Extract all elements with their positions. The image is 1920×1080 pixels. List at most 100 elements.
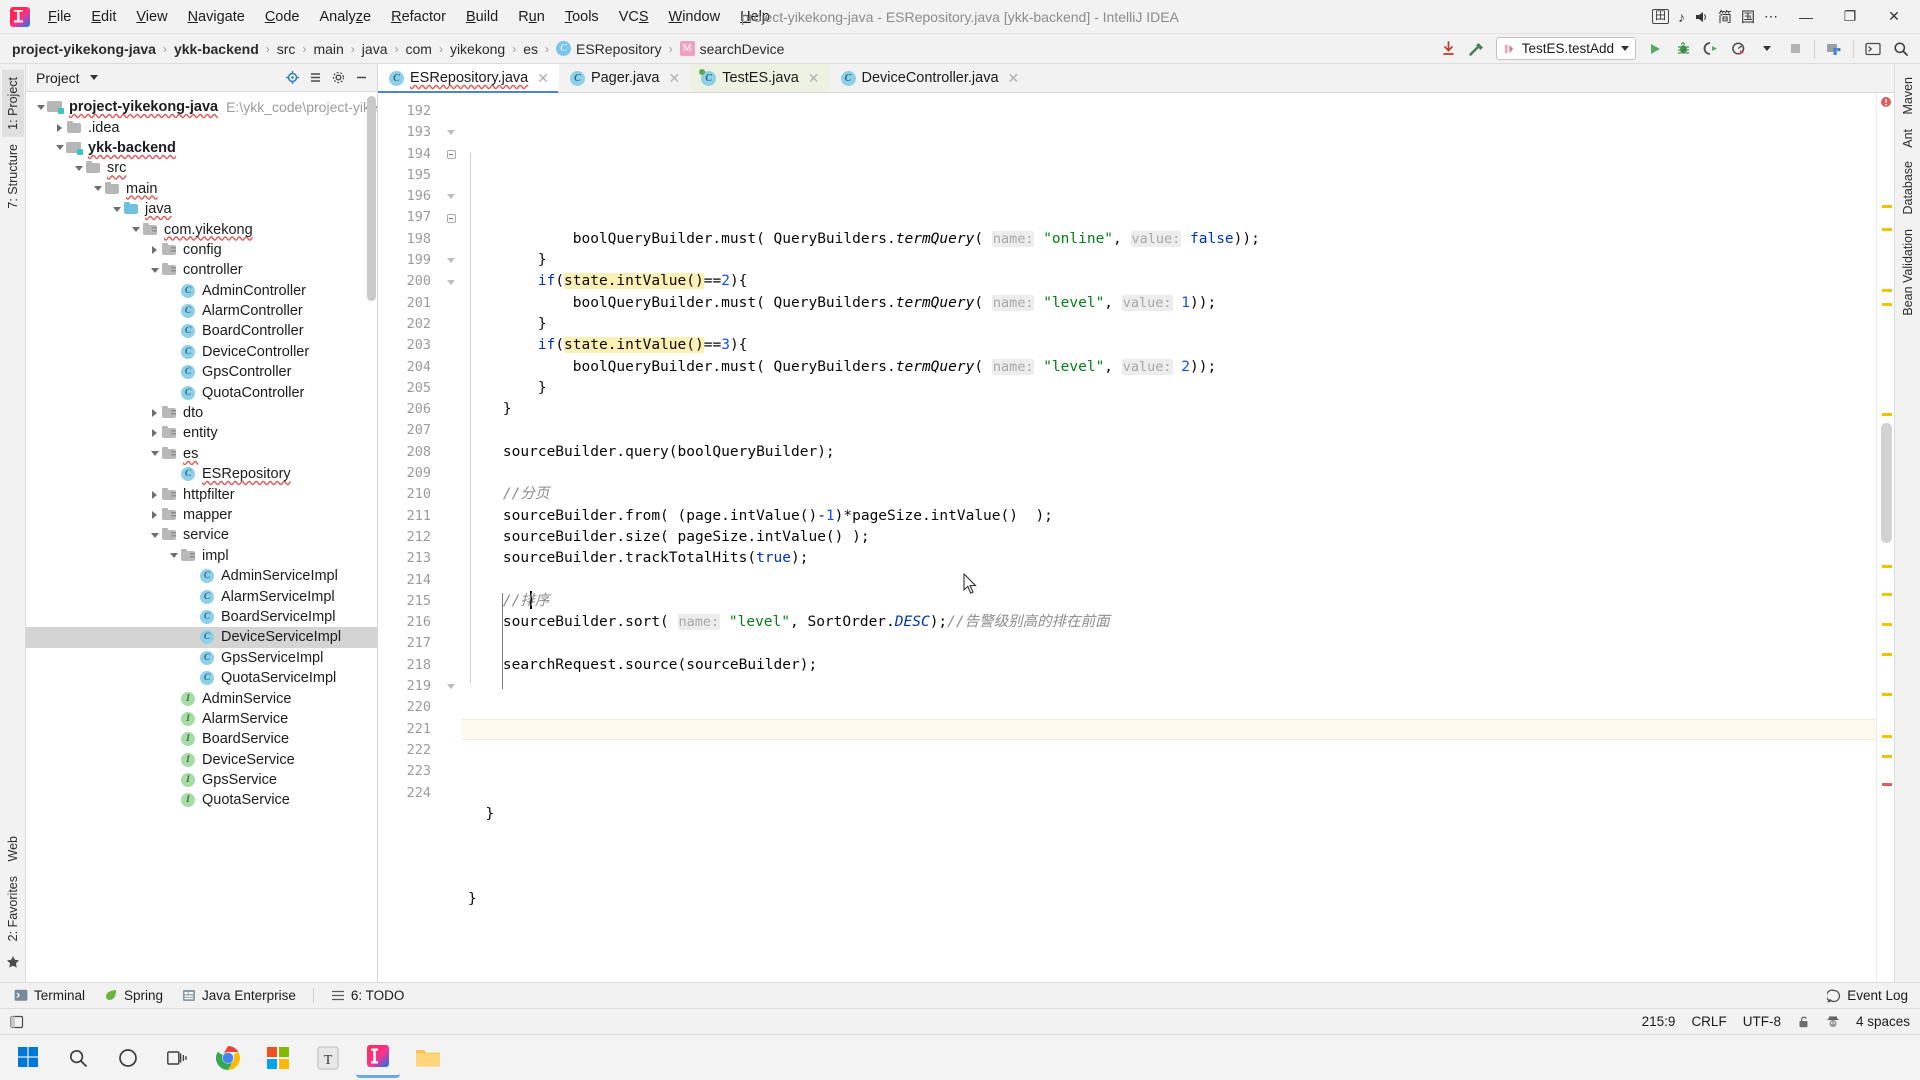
breadcrumb-item-esrepository[interactable]: C ESRepository: [552, 39, 666, 59]
tool-window-tab-maven[interactable]: Maven: [1897, 70, 1919, 122]
fold-marker[interactable]: [440, 250, 462, 271]
chevron-right-icon[interactable]: [148, 409, 161, 418]
fold-marker[interactable]: [440, 144, 462, 165]
tool-window-tab-7--structure[interactable]: 7: Structure: [2, 137, 24, 216]
code-line[interactable]: sourceBuilder.from( (page.intValue()-1)*…: [462, 506, 1876, 527]
menu-view[interactable]: View: [126, 5, 177, 29]
tree-node-entity[interactable]: entity: [26, 423, 377, 443]
music-icon[interactable]: ♪: [1678, 9, 1685, 25]
line-number[interactable]: 205: [378, 378, 440, 399]
tree-node-ykk-backend[interactable]: ykk-backend: [26, 138, 377, 158]
line-number[interactable]: 199: [378, 250, 440, 271]
breadcrumb-item-searchdevice[interactable]: MsearchDevice: [676, 39, 789, 59]
volume-icon[interactable]: [1694, 10, 1709, 24]
error-stripe-marker[interactable]: [1882, 565, 1892, 568]
code-line[interactable]: }: [462, 250, 1876, 271]
tree-node-alarmservice[interactable]: AlarmService: [26, 709, 377, 729]
error-stripe-marker[interactable]: [1882, 303, 1892, 306]
menu-navigate[interactable]: Navigate: [178, 5, 255, 29]
breadcrumb-item-src[interactable]: src: [273, 39, 300, 59]
tool-window-tab-2--favorites[interactable]: 2: Favorites: [2, 869, 24, 948]
error-stripe-marker[interactable]: [1882, 755, 1892, 758]
ime-mode-icon[interactable]: 简: [1718, 7, 1732, 27]
menu-edit[interactable]: Edit: [81, 5, 126, 29]
code-line[interactable]: //分页: [462, 484, 1876, 505]
chevron-down-icon[interactable]: [1621, 46, 1629, 51]
tree-node-mapper[interactable]: mapper: [26, 505, 377, 525]
code-line[interactable]: //排序: [462, 591, 1876, 612]
error-stripe-marker[interactable]: [1882, 593, 1892, 596]
line-number[interactable]: 208: [378, 442, 440, 463]
tree-node-deviceserviceimpl[interactable]: DeviceServiceImpl: [26, 627, 377, 648]
line-number[interactable]: 220: [378, 697, 440, 718]
code-line[interactable]: [462, 761, 1876, 782]
tool-window-spring[interactable]: Spring: [96, 985, 171, 1006]
tool-window-tab-database[interactable]: Database: [1897, 154, 1919, 222]
tree-node-main[interactable]: main: [26, 179, 377, 199]
menu-vcs[interactable]: VCS: [609, 5, 659, 29]
select-opened-file-icon[interactable]: [1821, 37, 1847, 61]
chevron-down-icon[interactable]: [53, 145, 66, 151]
menu-tools[interactable]: Tools: [555, 5, 609, 29]
hammer-build-icon[interactable]: [1464, 37, 1490, 61]
tool-window-tab-bean-validation[interactable]: Bean Validation: [1897, 222, 1919, 323]
unlocked-icon[interactable]: [1797, 1015, 1810, 1029]
close-icon[interactable]: ✕: [1008, 70, 1020, 87]
code-line[interactable]: }: [462, 804, 1876, 825]
hector-inspection-icon[interactable]: [1826, 1015, 1840, 1029]
code-line[interactable]: searchRequest.source(sourceBuilder);: [462, 655, 1876, 676]
chrome-app[interactable]: [206, 1038, 250, 1078]
code-line[interactable]: [462, 463, 1876, 484]
tool-window-terminal[interactable]: Terminal: [6, 985, 93, 1006]
close-icon[interactable]: ✕: [668, 70, 680, 87]
favorites-star-icon[interactable]: [5, 954, 21, 970]
error-stripe-marker[interactable]: [1882, 623, 1892, 626]
chevron-down-icon[interactable]: [148, 532, 161, 538]
tree-node-impl[interactable]: impl: [26, 546, 377, 566]
line-number[interactable]: 210: [378, 484, 440, 505]
close-icon[interactable]: ✕: [808, 70, 820, 87]
tree-node-gpsserviceimpl[interactable]: GpsServiceImpl: [26, 648, 377, 668]
fold-marker[interactable]: [440, 271, 462, 292]
collapse-all-icon[interactable]: [305, 68, 325, 88]
line-number[interactable]: 224: [378, 783, 440, 804]
code-line[interactable]: [462, 676, 1876, 697]
close-icon[interactable]: ✕: [537, 70, 549, 87]
tree-node-quotaserviceimpl[interactable]: QuotaServiceImpl: [26, 668, 377, 688]
error-stripe-marker[interactable]: [1882, 735, 1892, 738]
code-line[interactable]: boolQueryBuilder.must( QueryBuilders.ter…: [462, 229, 1876, 250]
tree-node-boardservice[interactable]: BoardService: [26, 729, 377, 749]
fold-marker[interactable]: [440, 676, 462, 697]
code-line[interactable]: if(state.intValue()==2){: [462, 271, 1876, 292]
line-number[interactable]: 197: [378, 207, 440, 228]
error-stripe-marker[interactable]: [1882, 783, 1892, 786]
breadcrumb-item-es[interactable]: es: [519, 39, 542, 59]
chevron-down-icon[interactable]: [148, 267, 161, 273]
gear-icon[interactable]: [328, 68, 348, 88]
menu-file[interactable]: File: [38, 5, 81, 29]
caret-position[interactable]: 215:9: [1642, 1014, 1676, 1029]
run-with-coverage-icon[interactable]: [1698, 37, 1724, 61]
chevron-right-icon[interactable]: [53, 123, 66, 132]
tree-node-alarmcontroller[interactable]: AlarmController: [26, 301, 377, 321]
line-number[interactable]: 211: [378, 506, 440, 527]
task-view-button[interactable]: [156, 1038, 200, 1078]
code-line[interactable]: [462, 825, 1876, 846]
chevron-down-icon[interactable]: [84, 68, 104, 88]
tree-node-alarmserviceimpl[interactable]: AlarmServiceImpl: [26, 586, 377, 606]
code-line[interactable]: sourceBuilder.sort( name: "level", SortO…: [462, 612, 1876, 633]
line-number[interactable]: 204: [378, 357, 440, 378]
tree-node-devicecontroller[interactable]: DeviceController: [26, 342, 377, 362]
tree-node-project-yikekong-java[interactable]: project-yikekong-java E:\ykk_code\project…: [26, 97, 377, 117]
editor-scrollbar-thumb[interactable]: [1881, 423, 1892, 543]
terminal-icon[interactable]: [1860, 37, 1886, 61]
code-line[interactable]: [462, 420, 1876, 441]
tray-more-icon[interactable]: ⋯: [1764, 8, 1778, 25]
code-line[interactable]: if(state.intValue()==3){: [462, 335, 1876, 356]
tool-window-java-enterprise[interactable]: Java Enterprise: [174, 985, 304, 1006]
tree-node-gpscontroller[interactable]: GpsController: [26, 362, 377, 382]
chevron-right-icon[interactable]: [148, 490, 161, 499]
menu-build[interactable]: Build: [456, 5, 508, 29]
breadcrumb-item-java[interactable]: java: [358, 39, 392, 59]
code-folding-gutter[interactable]: [440, 93, 462, 982]
